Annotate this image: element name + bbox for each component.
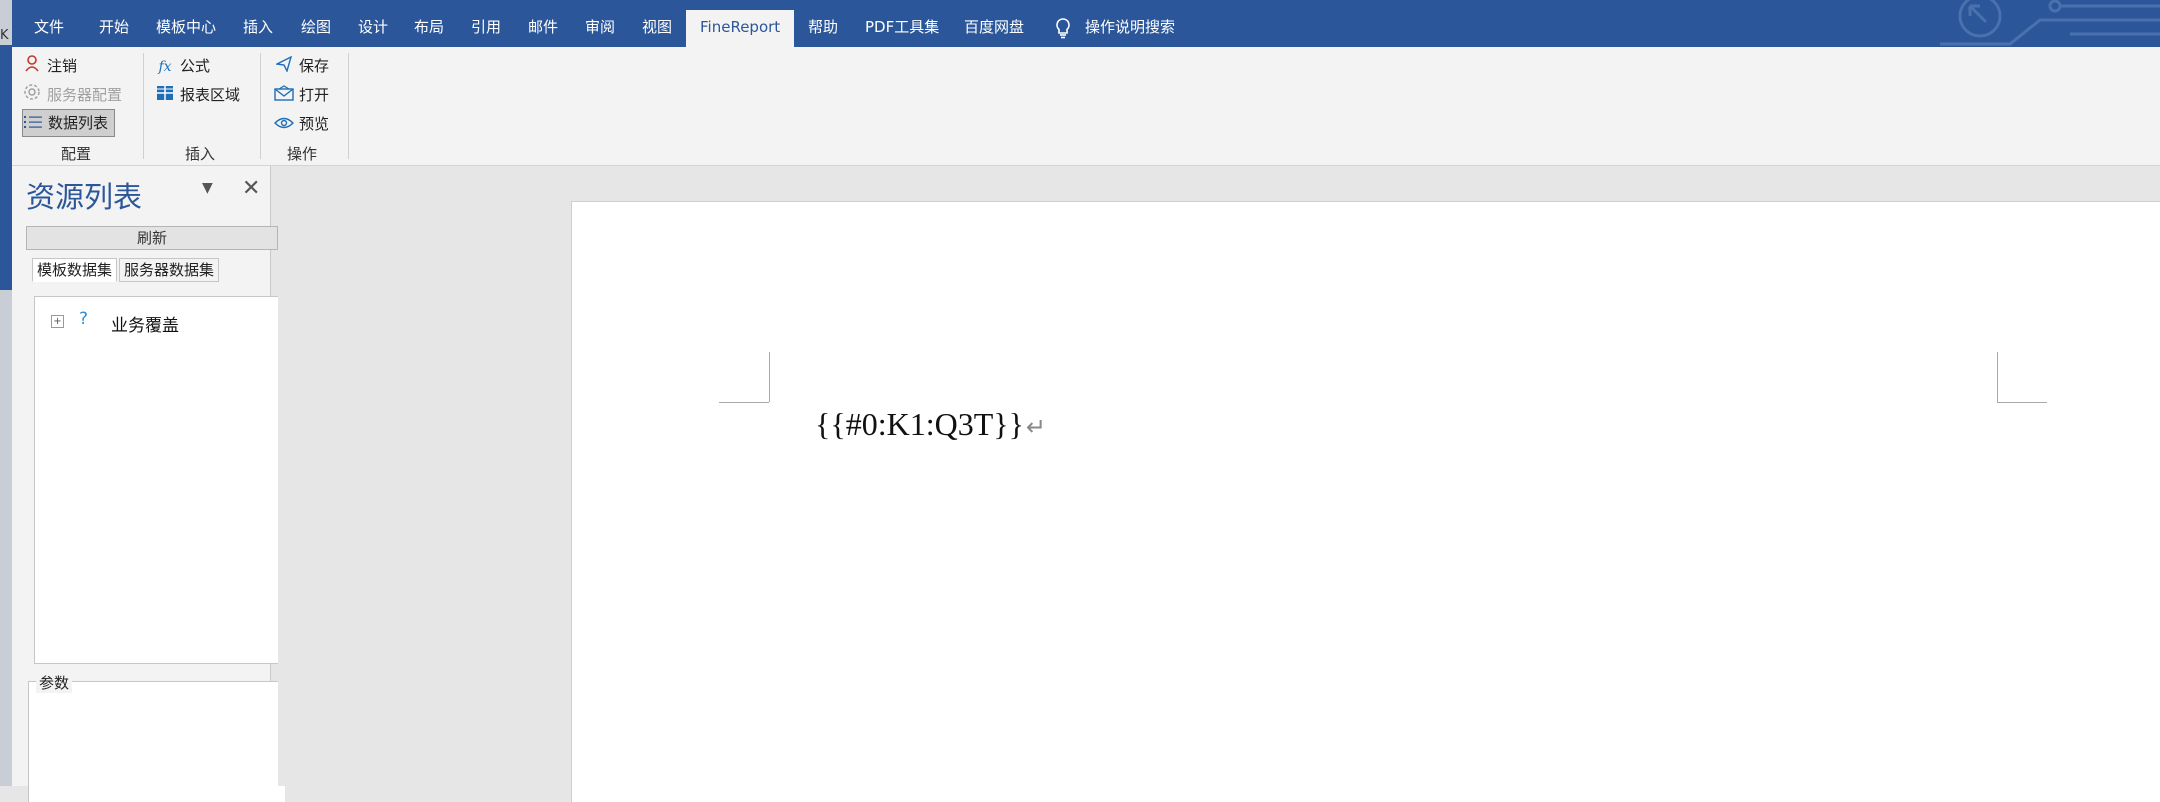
report-area-button[interactable]: 报表区域 — [155, 82, 240, 108]
server-config-button[interactable]: 服务器配置 — [22, 82, 122, 108]
crop-mark — [1997, 352, 1998, 402]
fx-icon: fx — [158, 58, 172, 75]
tab-insert[interactable]: 插入 — [243, 0, 273, 47]
dataset-tree: + ? 业务覆盖 — [34, 296, 286, 664]
tab-review[interactable]: 审阅 — [585, 0, 615, 47]
tell-me-label: 操作说明搜索 — [1085, 18, 1176, 36]
tab-template-center[interactable]: 模板中心 — [156, 0, 216, 47]
tab-finereport[interactable]: FineReport — [686, 10, 795, 47]
gear-icon — [22, 83, 42, 109]
edge-char: K — [0, 28, 9, 43]
ribbon-tab-bar: 文件 开始 模板中心 插入 绘图 设计 布局 引用 邮件 审阅 视图 FineR… — [12, 0, 2160, 47]
circuit-decoration — [1940, 0, 2160, 47]
open-button[interactable]: 打开 — [274, 82, 329, 108]
tab-home[interactable]: 开始 — [99, 0, 129, 47]
tab-design[interactable]: 设计 — [358, 0, 388, 47]
document-page[interactable]: {{#0:K1:Q3T}}↵ — [571, 201, 2160, 802]
outer-window-strip — [0, 45, 12, 290]
formula-label: 公式 — [180, 57, 211, 75]
preview-button[interactable]: 预览 — [274, 111, 329, 137]
params-label: 参数 — [36, 672, 73, 693]
params-box — [28, 681, 285, 802]
preview-label: 预览 — [299, 115, 330, 133]
group-ops-label: 操作 — [287, 145, 318, 163]
ribbon: 注销 服务器配置 数据列表 配置 fx 公式 报表区域 插入 保存 打开 预览 — [12, 47, 2160, 166]
envelope-icon — [274, 83, 294, 109]
document-area: {{#0:K1:Q3T}}↵ — [278, 166, 2160, 802]
panel-title: 资源列表 — [26, 180, 143, 214]
resource-panel: 资源列表 ▼ ✕ 刷新 模板数据集 服务器数据集 + ? 业务覆盖 参数 — [12, 166, 286, 802]
field-code-text: {{#0:K1:Q3T}} — [815, 406, 1024, 442]
tab-server-datasets[interactable]: 服务器数据集 — [119, 258, 220, 282]
crop-mark — [1997, 402, 2047, 403]
open-label: 打开 — [299, 86, 330, 104]
tab-view[interactable]: 视图 — [642, 0, 672, 47]
table-icon — [155, 83, 175, 109]
group-separator — [143, 53, 144, 159]
tab-references[interactable]: 引用 — [471, 0, 501, 47]
tab-draw[interactable]: 绘图 — [301, 0, 331, 47]
data-list-label: 数据列表 — [48, 114, 109, 132]
user-icon — [22, 54, 42, 80]
tab-pdf-tools[interactable]: PDF工具集 — [865, 0, 939, 47]
list-icon — [23, 111, 43, 137]
tree-item-label[interactable]: 业务覆盖 — [111, 311, 179, 336]
save-label: 保存 — [299, 57, 330, 75]
crop-mark — [719, 402, 769, 403]
lightbulb-icon — [1056, 17, 1070, 38]
report-area-label: 报表区域 — [180, 86, 241, 104]
tab-help[interactable]: 帮助 — [808, 0, 838, 47]
document-body-text[interactable]: {{#0:K1:Q3T}}↵ — [815, 406, 1046, 443]
server-config-label: 服务器配置 — [47, 86, 123, 104]
group-separator — [348, 53, 349, 159]
tab-baidu-netdisk[interactable]: 百度网盘 — [964, 0, 1024, 47]
send-icon — [274, 54, 294, 80]
eye-icon — [274, 112, 294, 138]
tab-mailings[interactable]: 邮件 — [528, 0, 558, 47]
question-icon: ? — [79, 309, 89, 329]
data-list-button[interactable]: 数据列表 — [22, 109, 116, 137]
tab-file[interactable]: 文件 — [34, 0, 64, 47]
crop-mark — [769, 352, 770, 402]
close-icon[interactable]: ✕ — [242, 176, 260, 201]
tab-layout[interactable]: 布局 — [414, 0, 444, 47]
tell-me-search[interactable]: 操作说明搜索 — [1055, 0, 1175, 47]
expand-icon[interactable]: + — [51, 315, 64, 328]
logout-label: 注销 — [47, 57, 78, 75]
save-button[interactable]: 保存 — [274, 53, 329, 79]
group-separator — [260, 53, 261, 159]
logout-button[interactable]: 注销 — [22, 53, 77, 79]
group-config-label: 配置 — [61, 145, 92, 163]
tab-template-datasets[interactable]: 模板数据集 — [32, 258, 118, 282]
refresh-button[interactable]: 刷新 — [26, 226, 278, 250]
paragraph-mark: ↵ — [1025, 413, 1047, 441]
panel-dropdown-icon[interactable]: ▼ — [202, 180, 213, 196]
formula-button[interactable]: fx 公式 — [155, 53, 210, 79]
group-insert-label: 插入 — [185, 145, 216, 163]
